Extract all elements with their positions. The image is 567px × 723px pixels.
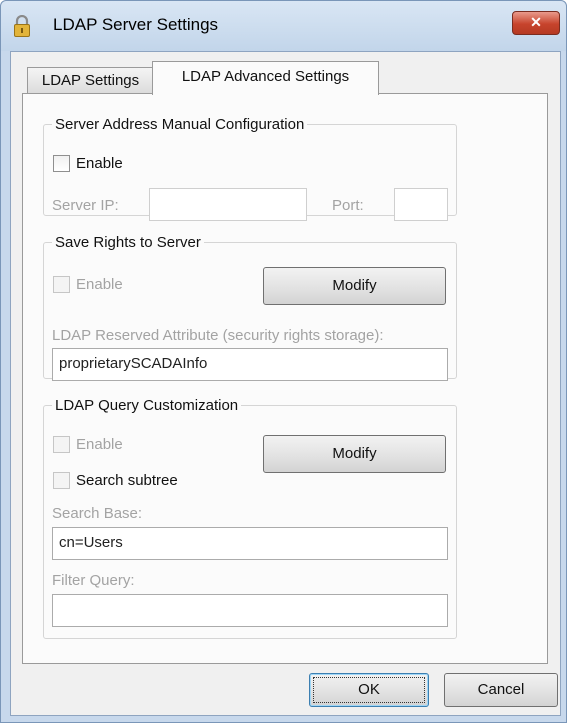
- port-label: Port:: [332, 197, 364, 214]
- search-subtree-checkbox[interactable]: [53, 472, 70, 489]
- query-enable-row[interactable]: Enable: [53, 436, 123, 453]
- save-rights-legend: Save Rights to Server: [55, 234, 201, 251]
- advanced-settings-panel: Server Address Manual Configuration Enab…: [22, 93, 548, 664]
- search-base-field[interactable]: cn=Users: [52, 527, 448, 560]
- search-subtree-label: Search subtree: [76, 472, 178, 489]
- save-rights-enable-checkbox[interactable]: [53, 276, 70, 293]
- save-rights-modify-button[interactable]: Modify: [263, 267, 446, 305]
- server-address-legend: Server Address Manual Configuration: [55, 116, 305, 133]
- save-rights-enable-label: Enable: [76, 276, 123, 293]
- query-enable-label: Enable: [76, 436, 123, 453]
- ldap-settings-window: LDAP Server Settings ✕ LDAP Settings LDA…: [0, 0, 567, 723]
- query-enable-checkbox[interactable]: [53, 436, 70, 453]
- ok-button[interactable]: OK: [309, 673, 429, 707]
- reserved-attribute-field[interactable]: proprietarySCADAInfo: [52, 348, 448, 381]
- close-button[interactable]: ✕: [512, 11, 560, 35]
- filter-query-field[interactable]: [52, 594, 448, 627]
- title-bar[interactable]: LDAP Server Settings ✕: [1, 1, 566, 51]
- search-subtree-row[interactable]: Search subtree: [53, 472, 178, 489]
- tab-ldap-advanced-settings[interactable]: LDAP Advanced Settings: [152, 61, 379, 95]
- port-field[interactable]: [394, 188, 448, 221]
- filter-query-label: Filter Query:: [52, 572, 135, 589]
- server-address-enable-checkbox[interactable]: [53, 155, 70, 172]
- cancel-button[interactable]: Cancel: [444, 673, 558, 707]
- reserved-attribute-label: LDAP Reserved Attribute (security rights…: [52, 327, 384, 344]
- server-ip-field[interactable]: [149, 188, 307, 221]
- tab-ldap-settings[interactable]: LDAP Settings: [27, 67, 154, 93]
- server-address-enable-label: Enable: [76, 155, 123, 172]
- server-ip-label: Server IP:: [52, 197, 119, 214]
- lock-icon: [14, 15, 30, 37]
- query-modify-button[interactable]: Modify: [263, 435, 446, 473]
- save-rights-enable-row[interactable]: Enable: [53, 276, 123, 293]
- query-customization-group: LDAP Query Customization Enable Modify S…: [43, 397, 457, 639]
- close-icon: ✕: [530, 14, 542, 30]
- ok-focus-ring: [313, 677, 425, 703]
- server-address-group: Server Address Manual Configuration Enab…: [43, 116, 457, 221]
- server-address-enable-row[interactable]: Enable: [53, 155, 123, 172]
- window-title: LDAP Server Settings: [53, 15, 219, 34]
- save-rights-group: Save Rights to Server Enable Modify LDAP…: [43, 234, 457, 381]
- query-customization-legend: LDAP Query Customization: [55, 397, 239, 414]
- dialog-client-area: LDAP Settings LDAP Advanced Settings Ser…: [10, 51, 561, 716]
- search-base-label: Search Base:: [52, 505, 143, 522]
